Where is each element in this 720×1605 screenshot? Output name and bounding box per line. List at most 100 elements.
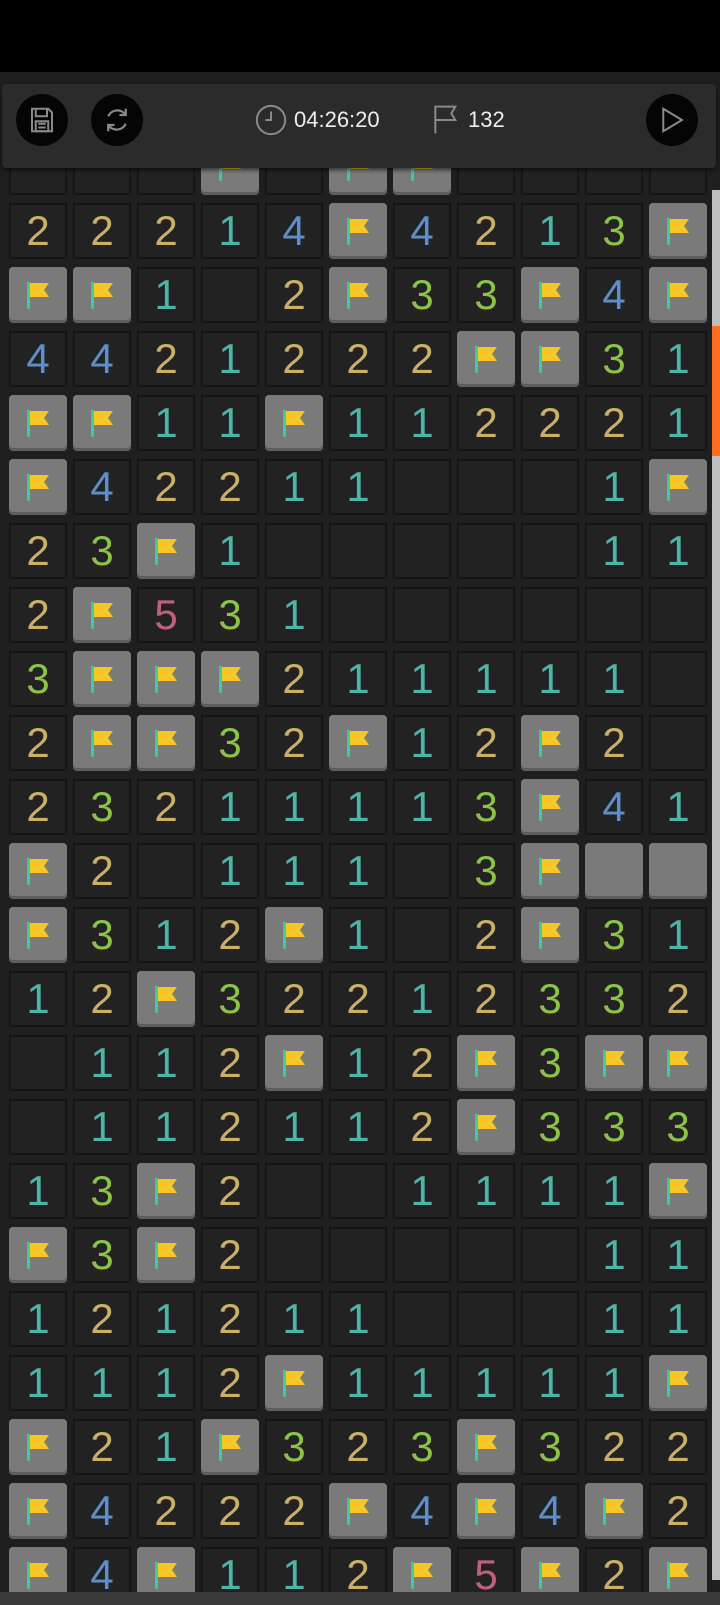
empty-cell[interactable] [9, 1099, 67, 1155]
flagged-cell[interactable] [137, 715, 195, 771]
flagged-cell[interactable] [73, 395, 131, 451]
save-button[interactable] [16, 94, 68, 146]
number-cell[interactable]: 3 [265, 1419, 323, 1475]
number-cell[interactable]: 3 [521, 1099, 579, 1155]
flagged-cell[interactable] [73, 267, 131, 323]
empty-cell[interactable] [521, 1227, 579, 1283]
flagged-cell[interactable] [265, 1355, 323, 1411]
number-cell[interactable]: 3 [457, 267, 515, 323]
number-cell[interactable]: 1 [585, 523, 643, 579]
flagged-cell[interactable] [649, 267, 707, 323]
number-cell[interactable]: 1 [329, 1355, 387, 1411]
number-cell[interactable]: 1 [201, 523, 259, 579]
flagged-cell[interactable] [329, 715, 387, 771]
number-cell[interactable]: 2 [457, 203, 515, 259]
number-cell[interactable]: 1 [201, 331, 259, 387]
number-cell[interactable]: 2 [137, 459, 195, 515]
number-cell[interactable]: 2 [201, 459, 259, 515]
number-cell[interactable]: 3 [393, 1419, 451, 1475]
covered-cell[interactable] [649, 843, 707, 899]
number-cell[interactable]: 1 [521, 1355, 579, 1411]
number-cell[interactable]: 2 [137, 203, 195, 259]
number-cell[interactable]: 1 [649, 1227, 707, 1283]
number-cell[interactable]: 2 [649, 971, 707, 1027]
number-cell[interactable]: 2 [9, 779, 67, 835]
empty-cell[interactable] [393, 1227, 451, 1283]
number-cell[interactable]: 2 [201, 907, 259, 963]
empty-cell[interactable] [649, 587, 707, 643]
flagged-cell[interactable] [9, 1483, 67, 1539]
empty-cell[interactable] [521, 1291, 579, 1347]
number-cell[interactable]: 2 [265, 267, 323, 323]
number-cell[interactable]: 4 [585, 779, 643, 835]
flagged-cell[interactable] [265, 395, 323, 451]
number-cell[interactable]: 1 [521, 203, 579, 259]
flagged-cell[interactable] [137, 1163, 195, 1219]
number-cell[interactable]: 3 [649, 1099, 707, 1155]
number-cell[interactable]: 1 [585, 651, 643, 707]
number-cell[interactable]: 3 [201, 971, 259, 1027]
number-cell[interactable]: 1 [137, 395, 195, 451]
number-cell[interactable]: 2 [585, 715, 643, 771]
flagged-cell[interactable] [649, 1035, 707, 1091]
flagged-cell[interactable] [521, 779, 579, 835]
number-cell[interactable]: 4 [73, 331, 131, 387]
empty-cell[interactable] [393, 843, 451, 899]
flagged-cell[interactable] [649, 203, 707, 259]
number-cell[interactable]: 1 [137, 267, 195, 323]
number-cell[interactable]: 1 [265, 587, 323, 643]
flagged-cell[interactable] [329, 168, 387, 195]
empty-cell[interactable] [393, 907, 451, 963]
number-cell[interactable]: 1 [329, 779, 387, 835]
empty-cell[interactable] [201, 267, 259, 323]
number-cell[interactable]: 2 [201, 1355, 259, 1411]
number-cell[interactable]: 1 [649, 907, 707, 963]
number-cell[interactable]: 2 [201, 1163, 259, 1219]
flagged-cell[interactable] [73, 715, 131, 771]
number-cell[interactable]: 2 [137, 779, 195, 835]
number-cell[interactable]: 2 [265, 651, 323, 707]
number-cell[interactable]: 1 [9, 1291, 67, 1347]
flagged-cell[interactable] [9, 267, 67, 323]
number-cell[interactable]: 3 [201, 715, 259, 771]
empty-cell[interactable] [9, 1035, 67, 1091]
number-cell[interactable]: 1 [585, 1355, 643, 1411]
flagged-cell[interactable] [9, 1419, 67, 1475]
number-cell[interactable]: 2 [649, 1419, 707, 1475]
number-cell[interactable]: 2 [9, 587, 67, 643]
number-cell[interactable]: 3 [73, 1163, 131, 1219]
flagged-cell[interactable] [457, 1099, 515, 1155]
number-cell[interactable]: 1 [329, 907, 387, 963]
number-cell[interactable]: 2 [201, 1291, 259, 1347]
number-cell[interactable]: 1 [393, 1355, 451, 1411]
number-cell[interactable]: 3 [585, 971, 643, 1027]
empty-cell[interactable] [9, 168, 67, 195]
empty-cell[interactable] [457, 1227, 515, 1283]
flagged-cell[interactable] [393, 168, 451, 195]
number-cell[interactable]: 3 [73, 779, 131, 835]
flagged-cell[interactable] [521, 843, 579, 899]
empty-cell[interactable] [73, 168, 131, 195]
flagged-cell[interactable] [457, 1483, 515, 1539]
flagged-cell[interactable] [585, 1035, 643, 1091]
flagged-cell[interactable] [329, 1483, 387, 1539]
number-cell[interactable]: 2 [457, 907, 515, 963]
number-cell[interactable]: 1 [649, 331, 707, 387]
empty-cell[interactable] [457, 459, 515, 515]
number-cell[interactable]: 2 [137, 1483, 195, 1539]
number-cell[interactable]: 2 [265, 971, 323, 1027]
number-cell[interactable]: 2 [73, 1419, 131, 1475]
empty-cell[interactable] [649, 651, 707, 707]
flagged-cell[interactable] [137, 971, 195, 1027]
scrollbar[interactable] [712, 190, 720, 1580]
empty-cell[interactable] [457, 587, 515, 643]
empty-cell[interactable] [329, 1227, 387, 1283]
number-cell[interactable]: 2 [9, 203, 67, 259]
flagged-cell[interactable] [649, 1163, 707, 1219]
flagged-cell[interactable] [265, 907, 323, 963]
number-cell[interactable]: 1 [73, 1035, 131, 1091]
number-cell[interactable]: 3 [585, 331, 643, 387]
number-cell[interactable]: 2 [73, 971, 131, 1027]
number-cell[interactable]: 1 [9, 1163, 67, 1219]
number-cell[interactable]: 3 [73, 907, 131, 963]
